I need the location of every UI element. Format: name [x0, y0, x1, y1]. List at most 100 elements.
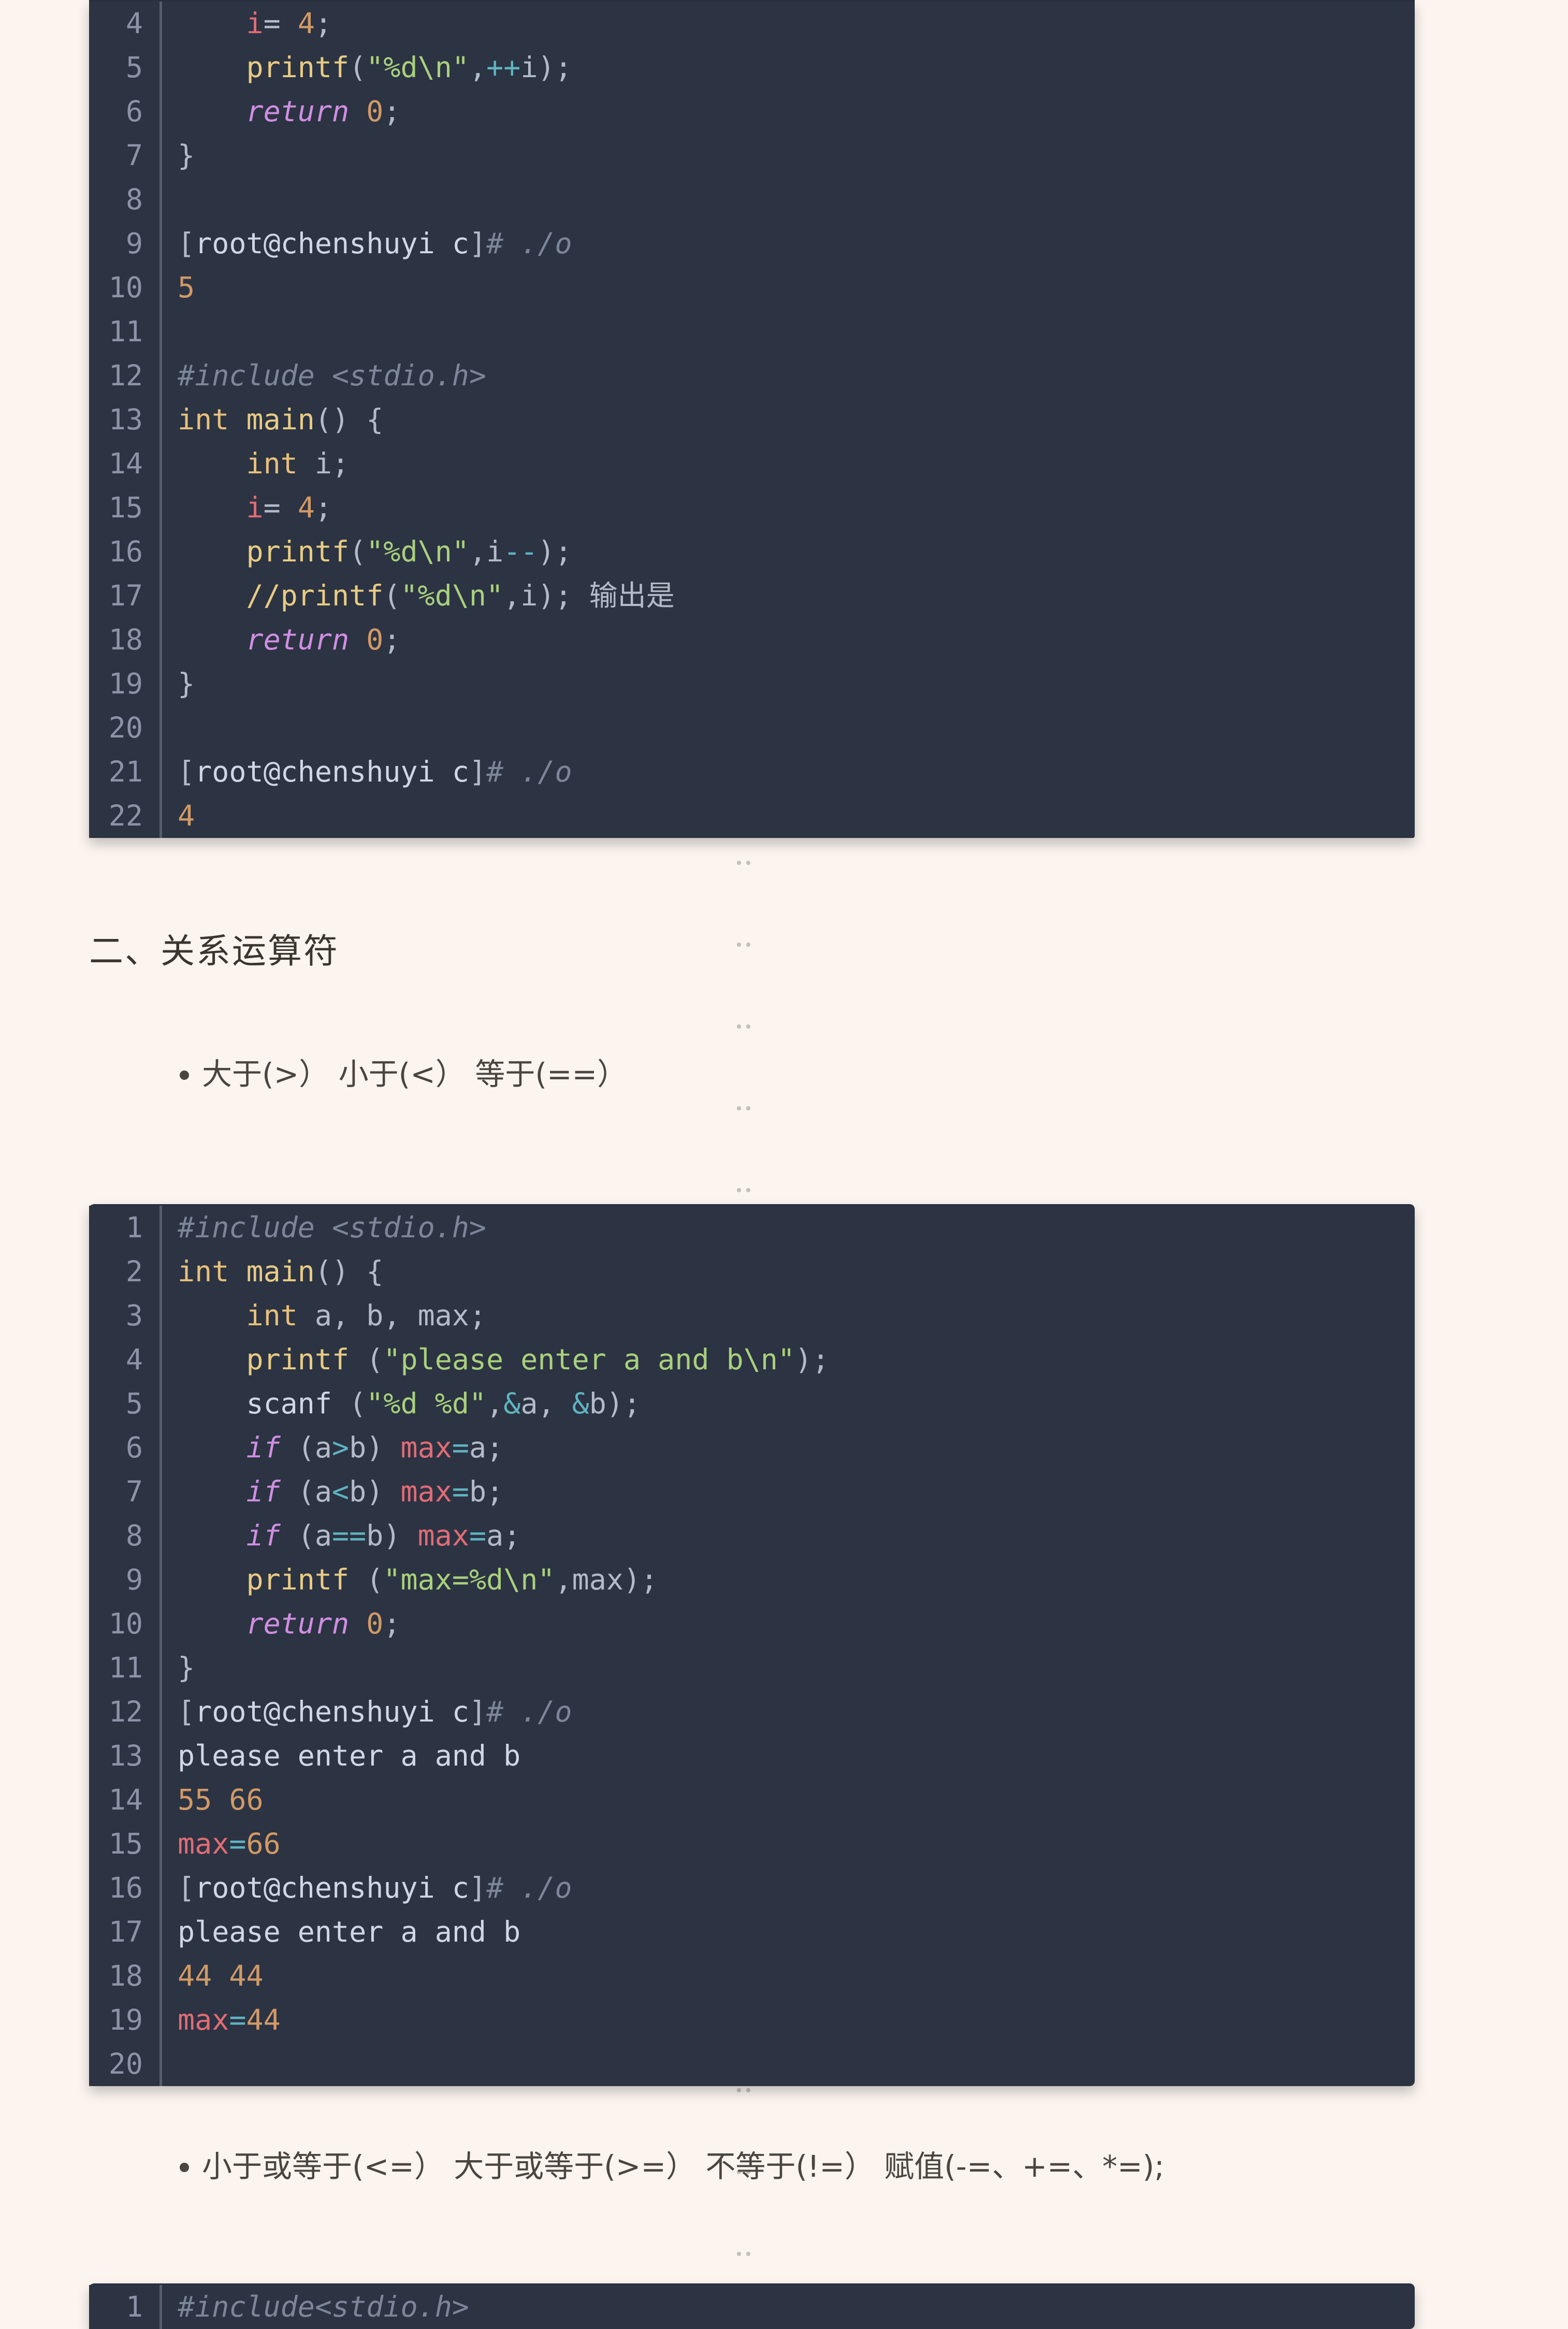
gutter-bar — [159, 2042, 162, 2086]
code-content: if (a==b) max=a; — [178, 1514, 536, 1558]
code-content: 55 66 — [178, 1778, 279, 1822]
code-line: 7 if (a<b) max=b; — [89, 1470, 1415, 1514]
code-line: 20 — [89, 706, 1415, 750]
code-line: 18 return 0; — [89, 618, 1415, 662]
gutter-bar — [159, 794, 162, 838]
code-line: 10 5 — [89, 266, 1415, 310]
code-content: i= 4; — [178, 486, 347, 530]
gutter-bar — [159, 1206, 162, 1250]
line-number: 12 — [89, 1690, 159, 1734]
code-line: 19} — [89, 662, 1415, 706]
gutter-bar — [159, 662, 162, 706]
line-number: 17 — [89, 1910, 159, 1954]
code-content: scanf ("%d %d",&a, &b); — [178, 1382, 656, 1426]
code-content: max=44 — [178, 1998, 296, 2042]
code-line: 1#include<stdio.h> — [89, 2285, 1415, 2329]
line-number: 14 — [89, 1778, 159, 1822]
code-line: 1844 44 — [89, 1954, 1415, 1998]
code-content: int main() { — [178, 1250, 399, 1294]
code-content: [root@chenshuyi c]# ./o — [178, 222, 588, 266]
gutter-bar — [159, 1514, 162, 1558]
code-line: 10 return 0; — [89, 1602, 1415, 1646]
code-line: 7} — [89, 134, 1415, 178]
gutter-bar — [159, 1294, 162, 1338]
code-line: 21 [root@chenshuyi c]# ./o — [89, 750, 1415, 794]
code-line: 12 #include <stdio.h> — [89, 354, 1415, 398]
code-line: 15 i= 4; — [89, 486, 1415, 530]
gutter-bar — [159, 574, 162, 618]
code-content: #include <stdio.h> — [178, 1206, 502, 1250]
line-number: 9 — [89, 1558, 159, 1602]
gutter-bar — [159, 1382, 162, 1426]
code-line: 5 scanf ("%d %d",&a, &b); — [89, 1382, 1415, 1426]
line-number: 8 — [89, 178, 159, 222]
gutter-bar — [159, 46, 162, 90]
gutter-bar — [159, 1998, 162, 2042]
gutter-bar — [159, 750, 162, 794]
code-line: 19 max=44 — [89, 1998, 1415, 2042]
gutter-bar — [159, 1690, 162, 1734]
line-number: 21 — [89, 750, 159, 794]
code-content: printf ("max=%d\n",max); — [178, 1558, 673, 1602]
code-line: 20 — [89, 2042, 1415, 2086]
code-content: if (a>b) max=a; — [178, 1426, 519, 1470]
line-number: 1 — [89, 1206, 159, 1250]
line-number: 6 — [89, 1426, 159, 1470]
gutter-bar — [159, 618, 162, 662]
list-item: 小于或等于(<=） 大于或等于(>=） 不等于(!=） 赋值(-=、+=、*=)… — [202, 2146, 1568, 2188]
line-number: 4 — [89, 1338, 159, 1382]
gutter-bar — [159, 1250, 162, 1294]
code-content: 4 — [178, 794, 210, 838]
code-line: 2 int main() { — [89, 1250, 1415, 1294]
gutter-bar — [159, 2, 162, 46]
code-content: [root@chenshuyi c]# ./o — [178, 1690, 588, 1734]
line-number: 12 — [89, 354, 159, 398]
code-line: 8 — [89, 178, 1415, 222]
code-line: 11} — [89, 1646, 1415, 1690]
line-number: 10 — [89, 1602, 159, 1646]
gutter-bar — [159, 2285, 162, 2329]
gutter-bar — [159, 1558, 162, 1602]
code-content: printf ("please enter a and b\n"); — [178, 1338, 845, 1382]
gutter-bar — [159, 442, 162, 486]
line-number: 19 — [89, 662, 159, 706]
gutter-bar — [159, 1954, 162, 1998]
code-line: 6 return 0; — [89, 90, 1415, 134]
code-line: 14 55 66 — [89, 1778, 1415, 1822]
gutter-bar — [159, 486, 162, 530]
line-number: 9 — [89, 222, 159, 266]
line-number: 19 — [89, 1998, 159, 2042]
code-content: printf("%d\n",++i); — [178, 46, 588, 90]
line-number: 8 — [89, 1514, 159, 1558]
code-line: 5 printf("%d\n",++i); — [89, 46, 1415, 90]
bullet-list-1: 大于(>） 小于(<） 等于(==） — [202, 1053, 1568, 1095]
gutter-bar — [159, 530, 162, 574]
code-content: #include <stdio.h> — [178, 354, 502, 398]
gutter-bar — [159, 310, 162, 354]
line-number: 2 — [89, 1250, 159, 1294]
code-line: 224 — [89, 794, 1415, 838]
code-line: 14 int i; — [89, 442, 1415, 486]
code-content: please enter a and b — [178, 1734, 536, 1778]
code-line: 1 #include <stdio.h> — [89, 1206, 1415, 1250]
line-number: 10 — [89, 266, 159, 310]
code-line: 11 — [89, 310, 1415, 354]
gutter-bar — [159, 354, 162, 398]
line-number: 18 — [89, 618, 159, 662]
gutter-bar — [159, 1470, 162, 1514]
code-content: i= 4; — [178, 2, 347, 46]
code-content: please enter a and b — [178, 1910, 536, 1954]
gutter-bar — [159, 134, 162, 178]
code-content: if (a<b) max=b; — [178, 1470, 519, 1514]
gutter-bar — [159, 1910, 162, 1954]
bullet-list-2: 小于或等于(<=） 大于或等于(>=） 不等于(!=） 赋值(-=、+=、*=)… — [202, 2146, 1568, 2188]
code-line: 9 printf ("max=%d\n",max); — [89, 1558, 1415, 1602]
gutter-bar — [159, 1338, 162, 1382]
code-content: [root@chenshuyi c]# ./o — [178, 750, 588, 794]
line-number: 18 — [89, 1954, 159, 1998]
code-content: [root@chenshuyi c]# ./o — [178, 1866, 588, 1910]
code-line: 17 please enter a and b — [89, 1910, 1415, 1954]
gutter-bar — [159, 1822, 162, 1866]
code-content: 5 — [178, 266, 210, 310]
line-number: 11 — [89, 310, 159, 354]
